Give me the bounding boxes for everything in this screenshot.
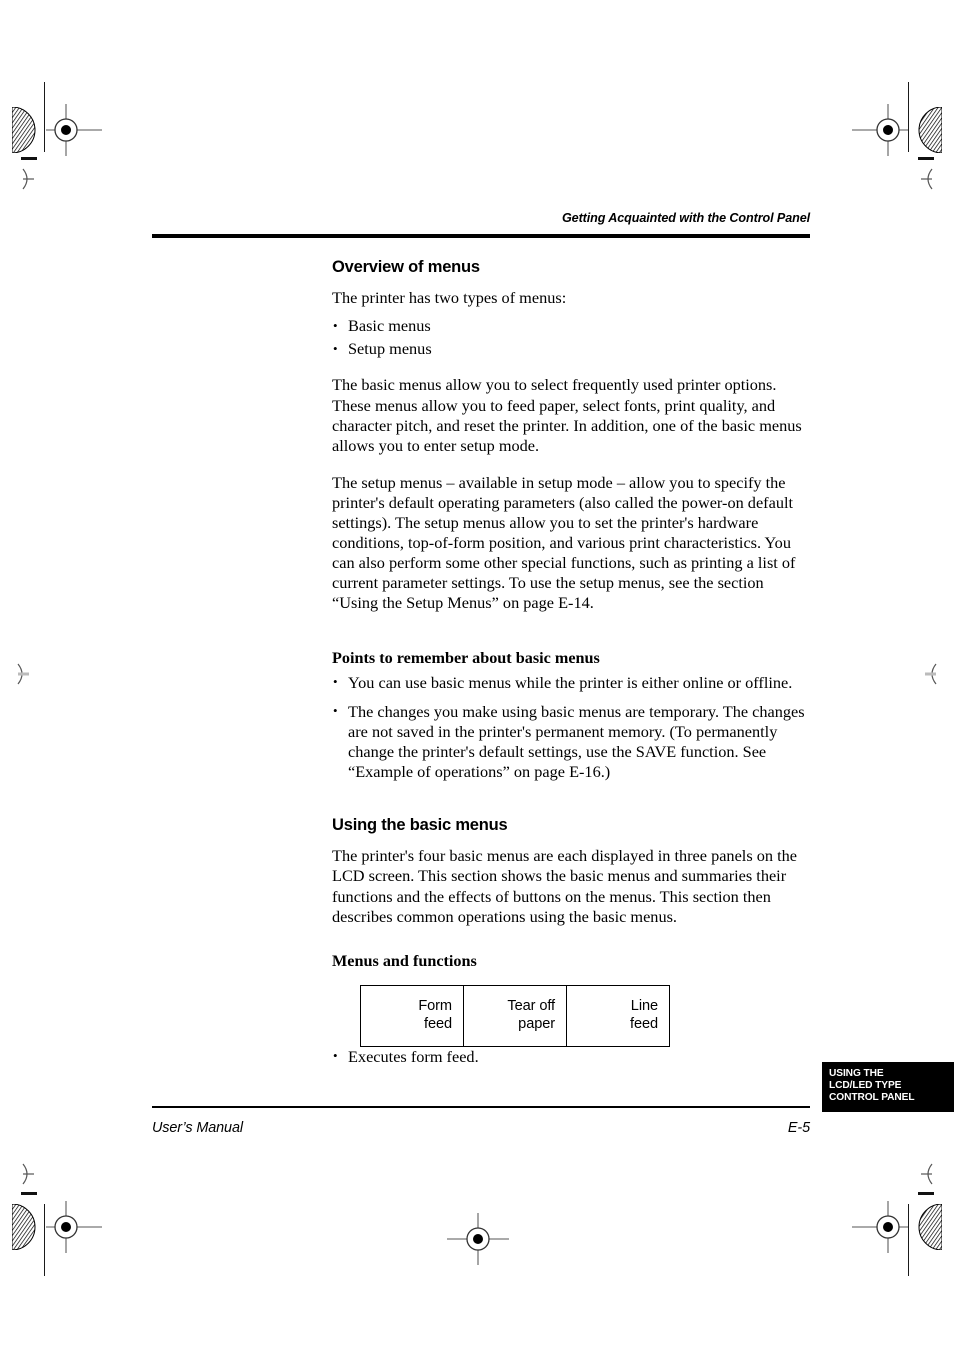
manual-page: Getting Acquainted with the Control Pane… [0,0,954,1351]
side-tab-line-2: LCD/LED TYPE [829,1080,902,1092]
panel-cell-line-feed: Line feed [566,984,670,1047]
section-heading-overview-of-menus: Overview of menus [332,258,480,276]
page-content: Overview of menus The printer has two ty… [332,258,810,1083]
running-header: Getting Acquainted with the Control Pane… [561,211,810,225]
side-tab-line-3: CONTROL PANEL [829,1092,915,1104]
section-heading-using-the-basic-menus: Using the basic menus [332,816,508,835]
points-to-remember-list: You can use basic menus while the printe… [332,672,810,782]
panel-table: Form feed Tear off paper Line feed [360,984,670,1047]
panel-notes-list: Executes form feed. [332,1046,810,1067]
panel-cell-line2: feed [629,1015,658,1032]
list-item: Executes form feed. [332,1046,810,1067]
list-item: Basic menus [332,316,810,336]
list-item: The changes you make using basic menus a… [332,701,810,782]
panel-cell-tear-off-paper: Tear off paper [463,984,567,1047]
panel-cell-line1: Line [630,998,658,1015]
subsection-heading-menus-and-functions: Menus and functions [332,951,477,970]
intro-paragraph: The printer has two types of menus: [332,288,567,308]
menu-types-list: Basic menus Setup menus [332,316,810,359]
header-rule [152,234,810,238]
footer-rule [152,1106,810,1108]
page-footer: User’s Manual E-5 [152,1120,810,1136]
footer-manual-label: User’s Manual [152,1120,243,1136]
list-item: Setup menus [332,339,810,359]
panel-cell-line1: Tear off [507,998,555,1015]
using-basic-menus-paragraph: The printer's four basic menus are each … [332,846,797,926]
setup-menus-paragraph: The setup menus – available in setup mod… [332,472,796,613]
list-item: You can use basic menus while the printe… [332,672,810,693]
panel-cell-form-feed: Form feed [360,984,464,1047]
panel-cell-line2: feed [423,1015,452,1032]
chapter-side-tab: USING THE LCD/LED TYPE CONTROL PANEL [822,1062,954,1112]
lcd-panel-diagram: Form feed Tear off paper Line feed [360,984,810,1047]
panel-cell-line1: Form [418,998,452,1015]
panel-cell-line2: paper [518,1015,555,1032]
basic-menus-paragraph: The basic menus allow you to select freq… [332,375,802,455]
footer-page-number: E-5 [787,1120,810,1136]
table-row: Form feed Tear off paper Line feed [360,984,670,1047]
side-tab-line-1: USING THE [829,1068,884,1079]
subsection-heading-points-to-remember: Points to remember about basic menus [332,649,600,668]
